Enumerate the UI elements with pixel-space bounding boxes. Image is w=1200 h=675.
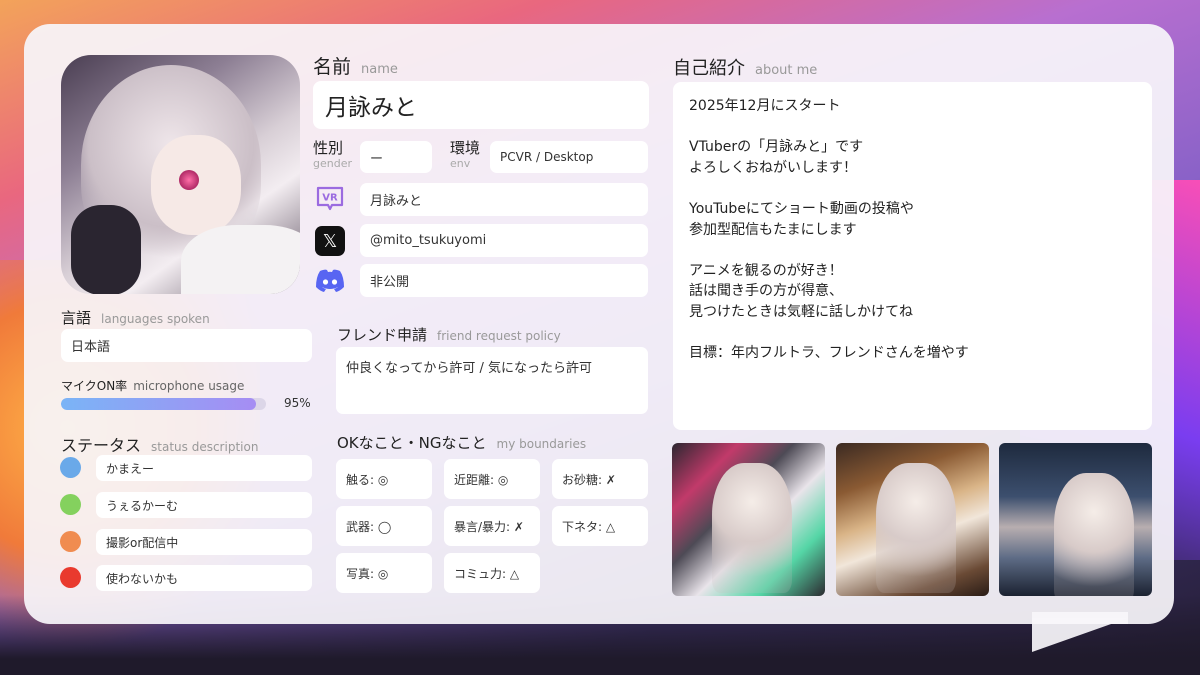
mic-usage-bar (61, 398, 266, 410)
status-dot-1 (60, 457, 81, 478)
svg-text:VR: VR (322, 193, 338, 204)
about-label-jp: 自己紹介 (673, 58, 745, 79)
name-label-jp: 名前 (313, 56, 352, 78)
boundary-item-7: 写真: ◎ (336, 553, 432, 593)
about-text: 2025年12月にスタート VTuberの「月詠みと」です よろしくおねがいしま… (673, 82, 1152, 430)
photo-3-figure (1054, 473, 1134, 596)
language-label-en: languages spoken (101, 312, 210, 326)
boundaries-label: OKなこと・NGなこと my boundaries (337, 432, 586, 453)
photo-3 (999, 443, 1152, 596)
x-handle-field: @mito_tsukuyomi (360, 224, 648, 257)
env-label-jp: 環境 (450, 139, 481, 157)
svg-text:𝕏: 𝕏 (323, 231, 338, 252)
mic-usage-fill (61, 398, 256, 410)
friend-request-label-jp: フレンド申請 (337, 326, 428, 344)
status-dot-3 (60, 531, 81, 552)
boundary-item-6: 下ネタ: △ (552, 506, 648, 546)
friend-request-label: フレンド申請 friend request policy (337, 324, 561, 345)
status-dot-4 (60, 567, 81, 588)
photo-1-figure (712, 463, 792, 593)
boundary-item-3: お砂糖: ✗ (552, 459, 648, 499)
friend-request-field: 仲良くなってから許可 / 気になったら許可 (336, 347, 648, 414)
gender-label-jp: 性別 (313, 139, 344, 157)
boundary-item-4: 武器: ◯ (336, 506, 432, 546)
status-item-4: 使わないかも (96, 565, 312, 591)
avatar-eye (179, 170, 199, 190)
avatar-body (181, 225, 300, 294)
boundary-item-2: 近距離: ◎ (444, 459, 540, 499)
language-label-jp: 言語 (61, 309, 92, 327)
photo-1 (672, 443, 825, 596)
about-label: 自己紹介 about me (673, 54, 817, 80)
x-icon: 𝕏 (313, 224, 347, 258)
photo-2 (836, 443, 989, 596)
mic-usage-percent: 95% (284, 396, 311, 410)
status-item-3: 撮影or配信中 (96, 529, 312, 555)
name-label: 名前 name (313, 52, 398, 79)
avatar-image (61, 55, 300, 294)
speech-tail (1032, 618, 1128, 652)
status-dot-2 (60, 494, 81, 515)
gender-field: ー (360, 141, 432, 173)
boundaries-label-en: my boundaries (496, 437, 587, 451)
gender-label: 性別 gender (313, 139, 352, 170)
avatar-hand (71, 205, 141, 294)
mic-label-en: microphone usage (133, 379, 245, 393)
boundary-item-5: 暴言/暴力: ✗ (444, 506, 540, 546)
mic-label: マイクON率 microphone usage (61, 377, 244, 394)
gender-label-en: gender (313, 157, 352, 170)
boundary-item-8: コミュ力: △ (444, 553, 540, 593)
vrchat-icon: VR (313, 183, 347, 217)
name-label-en: name (361, 62, 398, 77)
env-field: PCVR / Desktop (490, 141, 648, 173)
status-label-jp: ステータス (61, 436, 142, 455)
about-label-en: about me (755, 63, 818, 78)
status-label-en: status description (151, 440, 259, 454)
photo-2-figure (876, 463, 956, 593)
status-item-2: うぇるかーむ (96, 492, 312, 518)
vrchat-field: 月詠みと (360, 183, 648, 216)
language-field: 日本語 (61, 329, 312, 362)
status-item-1: かまえー (96, 455, 312, 481)
boundary-item-1: 触る: ◎ (336, 459, 432, 499)
discord-icon (313, 264, 347, 298)
friend-request-label-en: friend request policy (437, 329, 561, 343)
language-label: 言語 languages spoken (61, 307, 210, 328)
mic-label-jp: マイクON率 (61, 379, 128, 393)
name-field: 月詠みと (313, 81, 649, 129)
env-label: 環境 env (450, 139, 481, 170)
discord-field: 非公開 (360, 264, 648, 297)
boundaries-label-jp: OKなこと・NGなこと (337, 434, 487, 452)
status-label: ステータス status description (61, 432, 258, 456)
env-label-en: env (450, 157, 471, 170)
